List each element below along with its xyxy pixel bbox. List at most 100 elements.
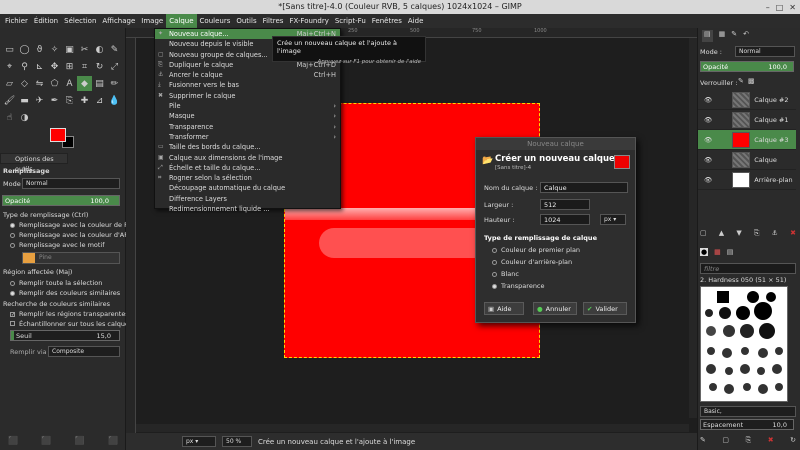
menu-help[interactable]: Aide: [405, 14, 426, 28]
lock-alpha-icon[interactable]: ▩: [748, 77, 755, 85]
layers-tab-icon[interactable]: ▤: [702, 30, 713, 42]
menu-select[interactable]: Sélection: [61, 14, 99, 28]
lock-pixels-icon[interactable]: ✎: [738, 77, 744, 85]
menu-transform[interactable]: Transformer ›: [155, 132, 340, 142]
patterns-tab-icon[interactable]: ▦: [714, 248, 721, 256]
menu-layer-boundary-size[interactable]: ▭ Taille des bords du calque...: [155, 142, 340, 152]
rect-select-icon[interactable]: ▭: [2, 42, 17, 57]
shear-icon[interactable]: ▱: [2, 76, 17, 91]
ok-button[interactable]: ✔ Valider: [583, 302, 627, 315]
menu-merge-down[interactable]: ⤓ Fusionner vers le bas: [155, 80, 340, 90]
anchor-layer-icon[interactable]: ⚓: [772, 229, 778, 238]
heal-icon[interactable]: ✚: [77, 93, 92, 108]
brushes-tab-icon[interactable]: ●: [700, 248, 709, 256]
fill-transparency-radio[interactable]: Transparence: [492, 282, 545, 290]
unit-dropdown[interactable]: px ▾: [182, 436, 216, 447]
layer-row[interactable]: 👁 Arrière-plan: [698, 170, 796, 190]
spacing-slider[interactable]: Espacement 10,0: [700, 419, 794, 430]
bucket-fill-icon[interactable]: ◆: [77, 76, 92, 91]
menu-autocrop-layer[interactable]: Découpage automatique du calque: [155, 183, 340, 193]
blur-icon[interactable]: 💧: [107, 93, 122, 108]
duplicate-layer-icon[interactable]: ⎘: [754, 229, 760, 238]
fuzzy-select-icon[interactable]: ✧: [47, 42, 62, 57]
threshold-slider[interactable]: Seuil 15,0: [10, 330, 120, 341]
tool-options-tab[interactable]: Options des outils: [0, 153, 68, 173]
fill-by-select[interactable]: Composite: [48, 346, 120, 357]
perspective-clone-icon[interactable]: ⊿: [92, 93, 107, 108]
menu-crop-to-selection[interactable]: ⌗ Rogner selon la sélection: [155, 173, 340, 183]
paths-tab-icon[interactable]: ✎: [731, 30, 737, 42]
move-icon[interactable]: ✥: [47, 59, 62, 74]
paths-icon[interactable]: ✎: [107, 42, 122, 57]
scissors-icon[interactable]: ✂: [77, 42, 92, 57]
visibility-icon[interactable]: 👁: [704, 116, 712, 124]
clone-icon[interactable]: ⎘: [62, 93, 77, 108]
pattern-selector[interactable]: Pine: [22, 252, 120, 264]
undo-tab-icon[interactable]: ↶: [743, 30, 749, 42]
delete-options-icon[interactable]: ⬛: [75, 436, 85, 445]
cancel-button[interactable]: ● Annuler: [533, 302, 577, 315]
free-select-icon[interactable]: ϑ: [32, 42, 47, 57]
rotate-icon[interactable]: ↻: [92, 59, 107, 74]
color-select-icon[interactable]: ▣: [62, 42, 77, 57]
visibility-icon[interactable]: 👁: [704, 136, 712, 144]
edit-brush-icon[interactable]: ✎: [700, 436, 706, 445]
perspective-icon[interactable]: ◇: [17, 76, 32, 91]
visibility-icon[interactable]: 👁: [704, 176, 712, 184]
duplicate-brush-icon[interactable]: ⎘: [746, 436, 752, 445]
layer-row[interactable]: 👁 Calque #1: [698, 110, 796, 130]
fill-type-pattern[interactable]: Remplissage avec le motif: [10, 241, 105, 249]
reset-options-icon[interactable]: ⬛: [108, 436, 118, 445]
fill-type-fg[interactable]: Remplissage avec la couleur de PP: [10, 221, 132, 229]
menu-file[interactable]: Fichier: [2, 14, 31, 28]
canvas-horizontal-scrollbar[interactable]: [136, 424, 689, 432]
layer-row-selected[interactable]: 👁 Calque #3: [698, 130, 796, 150]
height-input[interactable]: 1024: [540, 214, 590, 225]
layer-row[interactable]: 👁 Calque #2: [698, 90, 796, 110]
maximize-icon[interactable]: □: [776, 1, 784, 15]
menu-transparency[interactable]: Transparence ›: [155, 122, 340, 132]
area-similar[interactable]: Remplir des couleurs similaires: [10, 289, 120, 297]
sample-merged-check[interactable]: Échantillonner sur tous les calques: [10, 320, 132, 328]
blend-icon[interactable]: ▤: [92, 76, 107, 91]
mode-select[interactable]: Normal: [22, 178, 120, 189]
zoom-icon[interactable]: ⚲: [17, 59, 32, 74]
foreground-select-icon[interactable]: ◐: [92, 42, 107, 57]
help-button[interactable]: ▣ Aide: [484, 302, 524, 315]
menu-liquid-rescale[interactable]: Redimensionnement liquide ...: [155, 204, 340, 214]
width-input[interactable]: 512: [540, 199, 590, 210]
text-icon[interactable]: A: [62, 76, 77, 91]
save-options-icon[interactable]: ⬛: [8, 436, 18, 445]
minimize-icon[interactable]: –: [766, 1, 770, 15]
new-layer-icon[interactable]: ▢: [700, 229, 707, 238]
ink-icon[interactable]: ✒: [47, 93, 62, 108]
layers-opacity-slider[interactable]: Opacité 100,0: [700, 61, 794, 72]
airbrush-icon[interactable]: ✈: [32, 93, 47, 108]
opacity-slider[interactable]: Opacité 100,0: [2, 195, 120, 206]
menu-colors[interactable]: Couleurs: [197, 14, 234, 28]
ellipse-select-icon[interactable]: ◯: [17, 42, 32, 57]
menu-mask[interactable]: Masque ›: [155, 111, 340, 121]
visibility-icon[interactable]: 👁: [704, 156, 712, 164]
menu-windows[interactable]: Fenêtres: [369, 14, 405, 28]
gradients-tab-icon[interactable]: ▤: [727, 248, 734, 256]
fill-foreground-radio[interactable]: Couleur de premier plan: [492, 246, 580, 254]
menu-tools[interactable]: Outils: [233, 14, 259, 28]
flip-icon[interactable]: ⇋: [32, 76, 47, 91]
pencil-icon[interactable]: ✏: [107, 76, 122, 91]
menu-scale-layer[interactable]: ⤢ Échelle et taille du calque...: [155, 163, 340, 173]
canvas-vertical-scrollbar[interactable]: [689, 38, 697, 418]
fill-type-bg[interactable]: Remplissage avec la couleur d'AP: [10, 231, 128, 239]
area-whole[interactable]: Remplir toute la sélection: [10, 279, 102, 287]
new-brush-icon[interactable]: ▢: [722, 436, 729, 445]
menu-fx-foundry[interactable]: FX-Foundry: [286, 14, 331, 28]
foreground-color-swatch[interactable]: [50, 128, 66, 142]
measure-icon[interactable]: ⊾: [32, 59, 47, 74]
smudge-icon[interactable]: ☝: [2, 110, 17, 125]
raise-layer-icon[interactable]: ▲: [719, 229, 724, 238]
menu-difference-layers[interactable]: Difference Layers: [155, 194, 340, 204]
restore-options-icon[interactable]: ⬛: [41, 436, 51, 445]
align-icon[interactable]: ⊞: [62, 59, 77, 74]
scale-icon[interactable]: ⤢: [107, 59, 122, 74]
fill-white-radio[interactable]: Blanc: [492, 270, 519, 278]
